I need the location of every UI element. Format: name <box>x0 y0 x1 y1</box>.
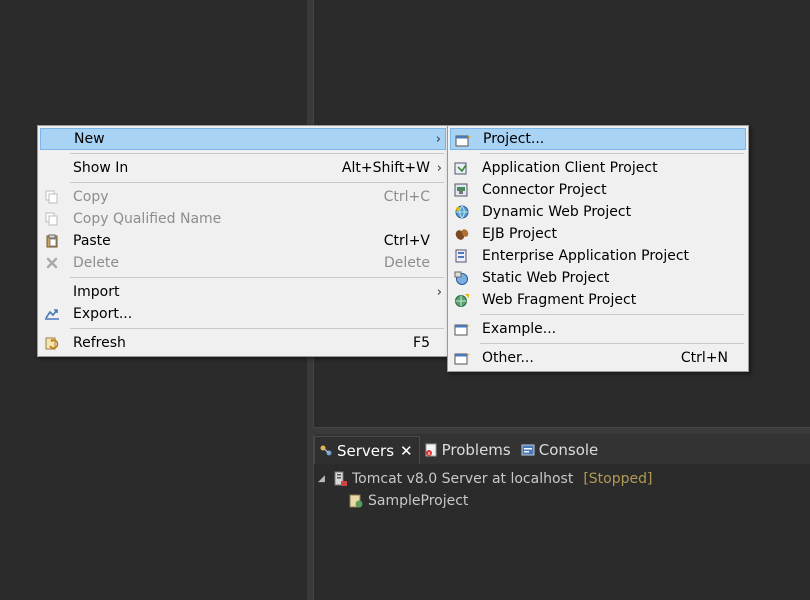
menu-label: Project... <box>483 131 545 147</box>
menu-label: Copy Qualified Name <box>73 211 222 227</box>
menu-item-export[interactable]: Export... <box>40 303 446 325</box>
menu-shortcut: Delete <box>384 255 430 271</box>
menu-label: Delete <box>73 255 119 271</box>
new-other-icon <box>454 350 470 366</box>
menu-separator <box>480 153 744 154</box>
tab-servers[interactable]: Servers ✕ <box>314 436 420 464</box>
menu-separator <box>480 314 744 315</box>
dynamic-web-project-icon <box>454 204 470 220</box>
menu-label: Refresh <box>73 335 126 351</box>
problems-icon: x <box>424 443 438 457</box>
tab-problems[interactable]: x Problems <box>420 436 517 464</box>
close-icon[interactable]: ✕ <box>400 442 413 460</box>
menu-item-copy[interactable]: Copy Ctrl+C <box>40 186 446 208</box>
ejb-project-icon <box>454 226 470 242</box>
menu-shortcut: Ctrl+C <box>383 189 430 205</box>
servers-icon <box>319 444 333 458</box>
project-icon <box>348 493 364 509</box>
menu-item-delete[interactable]: Delete Delete <box>40 252 446 274</box>
new-example-icon <box>454 321 470 337</box>
tree-item-project[interactable]: SampleProject <box>318 490 652 512</box>
submenu-item-enterprise-application-project[interactable]: Enterprise Application Project <box>450 245 746 267</box>
menu-item-paste[interactable]: Paste Ctrl+V <box>40 230 446 252</box>
menu-separator <box>480 343 744 344</box>
menu-shortcut: F5 <box>413 335 430 351</box>
tab-console[interactable]: Console <box>517 436 605 464</box>
menu-item-copy-qualified-name[interactable]: Copy Qualified Name <box>40 208 446 230</box>
web-fragment-project-icon <box>454 292 470 308</box>
submenu-item-ejb-project[interactable]: EJB Project <box>450 223 746 245</box>
console-icon <box>521 443 535 457</box>
menu-separator <box>70 277 444 278</box>
menu-label: Application Client Project <box>482 160 658 176</box>
chevron-right-icon: › <box>436 284 442 300</box>
context-menu: New › Show In Alt+Shift+W › Copy Ctrl+C … <box>37 125 449 357</box>
menu-label: Other... <box>482 350 534 366</box>
tab-label: Servers <box>337 441 395 460</box>
submenu-item-static-web-project[interactable]: Static Web Project <box>450 267 746 289</box>
static-web-project-icon <box>454 270 470 286</box>
submenu-item-example[interactable]: Example... <box>450 318 746 340</box>
servers-tree: ◢ Tomcat v8.0 Server at localhost [Stopp… <box>318 468 652 512</box>
menu-shortcut: Ctrl+V <box>383 233 430 249</box>
application-client-project-icon <box>454 160 470 176</box>
server-state: [Stopped] <box>583 471 653 487</box>
menu-item-refresh[interactable]: Refresh F5 <box>40 332 446 354</box>
chevron-right-icon: › <box>435 131 441 147</box>
menu-item-show-in[interactable]: Show In Alt+Shift+W › <box>40 157 446 179</box>
new-project-icon <box>455 132 471 148</box>
submenu-item-connector-project[interactable]: Connector Project <box>450 179 746 201</box>
menu-label: Copy <box>73 189 109 205</box>
menu-label: Static Web Project <box>482 270 610 286</box>
connector-project-icon <box>454 182 470 198</box>
menu-item-import[interactable]: Import › <box>40 281 446 303</box>
svg-text:x: x <box>427 451 430 457</box>
delete-icon <box>44 255 60 271</box>
menu-label: Import <box>73 284 120 300</box>
submenu-item-application-client-project[interactable]: Application Client Project <box>450 157 746 179</box>
menu-label: Example... <box>482 321 557 337</box>
project-label: SampleProject <box>368 493 469 509</box>
menu-separator <box>70 153 444 154</box>
menu-label: Dynamic Web Project <box>482 204 632 220</box>
menu-label: Export... <box>73 306 133 322</box>
menu-item-new[interactable]: New › <box>40 128 446 150</box>
menu-label: Paste <box>73 233 111 249</box>
server-icon <box>332 471 348 487</box>
menu-label: Connector Project <box>482 182 607 198</box>
new-submenu: Project... Application Client Project Co… <box>447 125 749 372</box>
submenu-item-project[interactable]: Project... <box>450 128 746 150</box>
menu-separator <box>70 182 444 183</box>
chevron-right-icon: › <box>436 160 442 176</box>
menu-shortcut: Alt+Shift+W <box>341 160 430 176</box>
panel-tab-bar: Servers ✕ x Problems Console <box>314 434 810 464</box>
menu-label: Show In <box>73 160 129 176</box>
submenu-item-other[interactable]: Other... Ctrl+N <box>450 347 746 369</box>
menu-separator <box>70 328 444 329</box>
submenu-item-dynamic-web-project[interactable]: Dynamic Web Project <box>450 201 746 223</box>
menu-label: EJB Project <box>482 226 557 242</box>
paste-icon <box>44 233 60 249</box>
collapse-icon[interactable]: ◢ <box>318 474 332 484</box>
menu-shortcut: Ctrl+N <box>680 350 728 366</box>
tab-label: Problems <box>441 441 511 459</box>
copy-icon <box>44 189 60 205</box>
menu-label: New <box>74 131 105 147</box>
menu-label: Enterprise Application Project <box>482 248 690 264</box>
tree-item-server[interactable]: ◢ Tomcat v8.0 Server at localhost [Stopp… <box>318 468 652 490</box>
servers-panel: Servers ✕ x Problems Console ◢ Tomcat v8… <box>313 434 810 600</box>
tab-label: Console <box>538 441 599 459</box>
export-icon <box>44 306 60 322</box>
submenu-item-web-fragment-project[interactable]: Web Fragment Project <box>450 289 746 311</box>
server-label: Tomcat v8.0 Server at localhost <box>352 471 574 487</box>
menu-label: Web Fragment Project <box>482 292 637 308</box>
refresh-icon <box>44 335 60 351</box>
enterprise-application-project-icon <box>454 248 470 264</box>
ide-window: Servers ✕ x Problems Console ◢ Tomcat v8… <box>0 0 810 600</box>
copy-qualified-name-icon <box>44 211 60 227</box>
